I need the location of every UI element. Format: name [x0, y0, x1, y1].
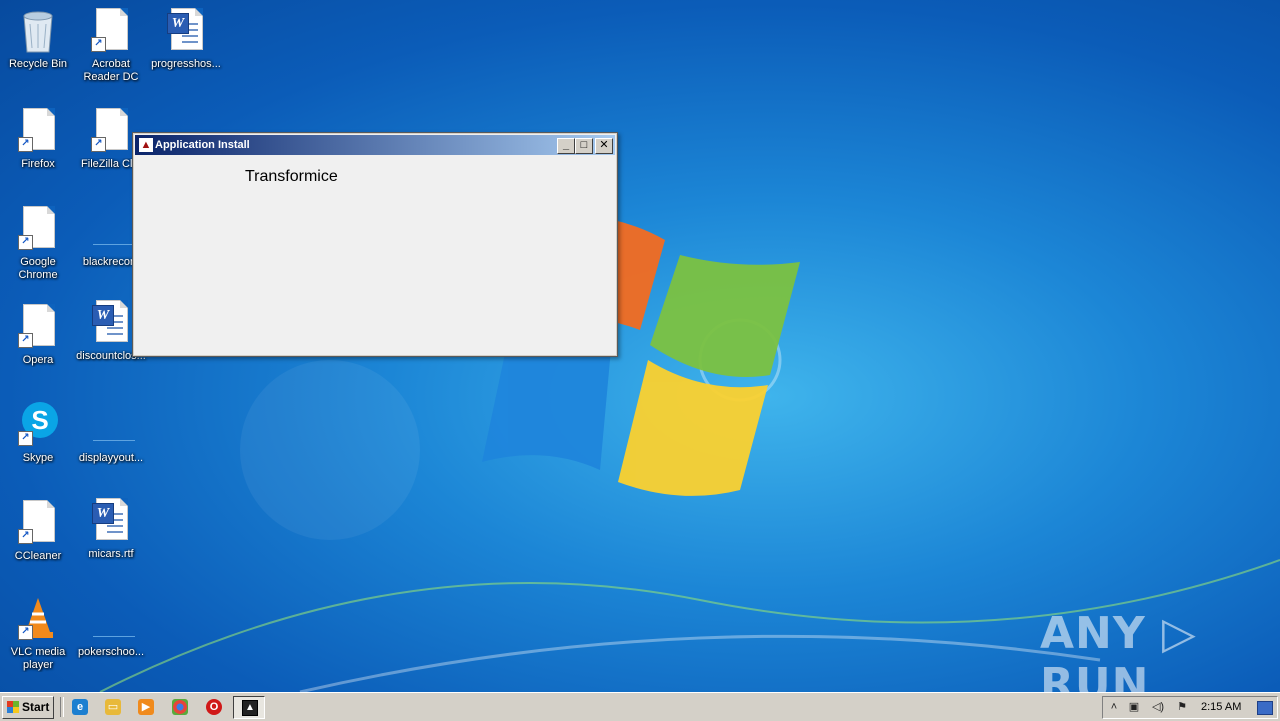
taskbar: Start e ▭ ▶ O ▲ ˄ ▣ ◁) ⚑ 2:15 AM [0, 692, 1280, 721]
adobe-air-icon: ▲ [139, 138, 153, 152]
windows-flag-icon [7, 701, 19, 713]
desktop-icon-label: pokerschoo... [77, 646, 145, 658]
explorer-icon[interactable]: ▭ [105, 699, 121, 715]
media-player-icon[interactable]: ▶ [138, 699, 154, 715]
minimize-button[interactable]: _ [557, 138, 575, 154]
application-install-window[interactable]: ▲ Application Install _ □ ✕ Transformice [132, 132, 618, 357]
file-icon [93, 244, 135, 245]
shortcut-arrow-icon: ↗ [18, 529, 33, 544]
desktop-icon-label: Opera [22, 354, 54, 366]
system-tray: ˄ ▣ ◁) ⚑ 2:15 AM [1102, 696, 1278, 719]
desktop-icon-recycle-bin[interactable]: Recycle Bin [0, 8, 76, 71]
desktop-icon-label: VLC media player [10, 646, 66, 671]
desktop-icon-label: progresshos... [151, 58, 221, 70]
desktop-icon-firefox[interactable]: ↗ Firefox [0, 108, 76, 171]
desktop-icon-opera[interactable]: ↗ Opera [0, 304, 76, 367]
taskbar-button-application-install[interactable]: ▲ [233, 696, 265, 719]
app-name-label: Transformice [245, 168, 338, 185]
recycle-bin-icon [23, 11, 53, 53]
desktop-icon-label: Firefox [21, 158, 55, 170]
desktop-icon-micars[interactable]: W micars.rtf [73, 498, 149, 561]
clock[interactable]: 2:15 AM [1201, 697, 1241, 718]
shortcut-arrow-icon: ↗ [18, 625, 33, 640]
window-title: Application Install [155, 139, 250, 151]
shortcut-arrow-icon: ↗ [18, 235, 33, 250]
shortcut-arrow-icon: ↗ [18, 333, 33, 348]
desktop-icon-skype[interactable]: S ↗ Skype [0, 402, 76, 465]
desktop-icon-label: Google Chrome [18, 256, 58, 281]
desktop-icon-acrobat[interactable]: ↗ Acrobat Reader DC [73, 8, 149, 84]
show-hidden-icon[interactable]: ˄ [1107, 700, 1121, 714]
close-button[interactable]: ✕ [595, 138, 613, 154]
adobe-air-icon: ▲ [242, 700, 258, 716]
desktop-icon-label: CCleaner [14, 550, 62, 562]
file-icon [93, 636, 135, 637]
shortcut-arrow-icon: ↗ [18, 431, 33, 446]
start-label: Start [22, 700, 50, 714]
desktop-icon-label: Acrobat Reader DC [83, 58, 139, 83]
shortcut-arrow-icon: ↗ [91, 137, 106, 152]
ie-icon[interactable]: e [72, 699, 88, 715]
desktop-icon-displayyout[interactable]: displayyout... [73, 402, 149, 465]
desktop-icon-label: micars.rtf [88, 548, 134, 560]
start-button[interactable]: Start [2, 696, 54, 719]
word-badge-icon: W [92, 503, 114, 524]
volume-icon[interactable]: ◁) [1151, 700, 1165, 714]
show-desktop-button[interactable] [1257, 701, 1273, 715]
shortcut-arrow-icon: ↗ [18, 137, 33, 152]
file-icon [93, 440, 135, 441]
word-badge-icon: W [92, 305, 114, 326]
desktop-icon-label: displayyout... [78, 452, 144, 464]
desktop-icon-label: Skype [22, 452, 54, 464]
taskbar-separator [60, 697, 64, 717]
flag-icon[interactable]: ⚑ [1175, 700, 1189, 714]
opera-icon[interactable]: O [206, 699, 222, 715]
desktop-icon-ccleaner[interactable]: ↗ CCleaner [0, 500, 76, 563]
desktop-icon-pokerschoo[interactable]: pokerschoo... [73, 596, 149, 659]
chrome-icon[interactable] [172, 699, 188, 715]
network-icon[interactable]: ▣ [1127, 700, 1141, 714]
desktop-icon-label: Recycle Bin [8, 58, 68, 70]
desktop-icon-progresshos[interactable]: W progresshos... [148, 8, 224, 71]
window-titlebar[interactable]: ▲ Application Install _ □ ✕ [135, 135, 615, 155]
shortcut-arrow-icon: ↗ [91, 37, 106, 52]
desktop-icon-vlc[interactable]: ↗ VLC media player [0, 596, 76, 672]
word-badge-icon: W [167, 13, 189, 34]
desktop-icon-chrome[interactable]: ↗ Google Chrome [0, 206, 76, 282]
maximize-button[interactable]: □ [575, 138, 593, 154]
